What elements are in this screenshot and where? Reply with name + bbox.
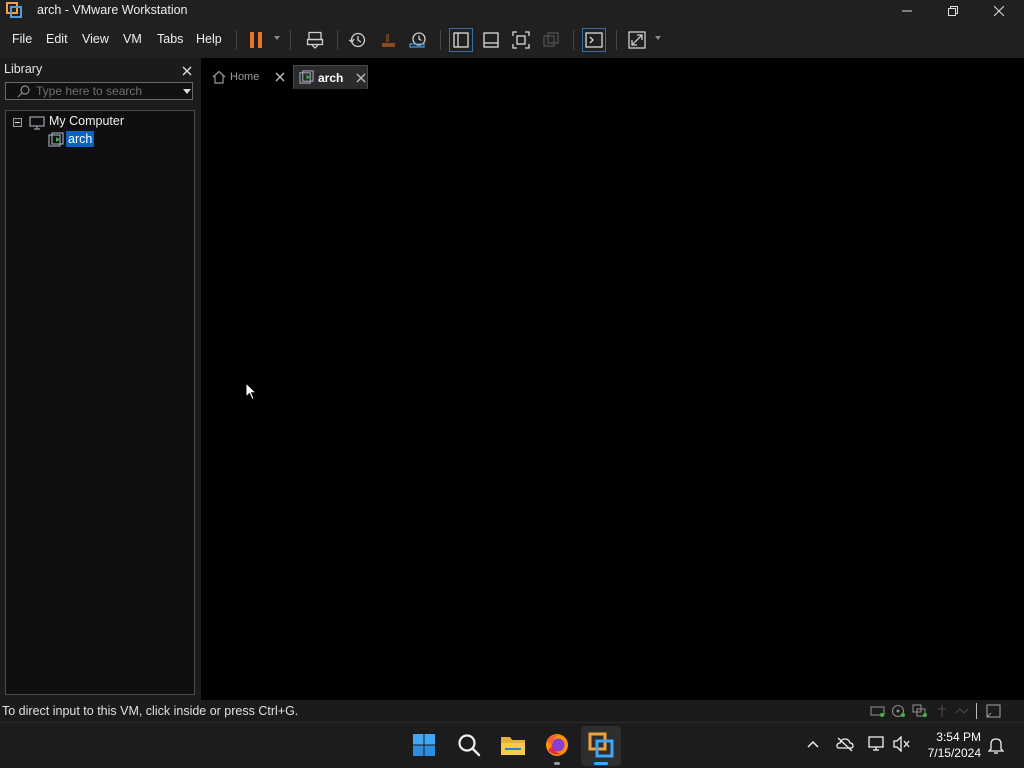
windows-start-icon[interactable]: [412, 733, 436, 762]
vm-icon: [48, 132, 64, 153]
library-tree: My Computer arch: [5, 110, 195, 695]
show-library-icon: [453, 32, 469, 48]
clock-date[interactable]: 7/15/2024: [922, 746, 981, 760]
menu-help[interactable]: Help: [196, 32, 222, 46]
tab-home-close-button[interactable]: [275, 72, 285, 82]
tree-root-label[interactable]: My Computer: [49, 114, 124, 128]
menu-view[interactable]: View: [82, 32, 109, 46]
status-separator: [976, 703, 977, 719]
volume-muted-icon[interactable]: [893, 735, 911, 757]
unity-icon: [543, 32, 559, 47]
pause-button[interactable]: [244, 28, 268, 52]
close-window-button[interactable]: [976, 0, 1022, 22]
snapshot-manager-icon: [409, 32, 426, 48]
tree-item-arch[interactable]: arch: [66, 131, 95, 147]
search-icon: [17, 84, 31, 103]
toolbar-separator: [236, 30, 237, 50]
toolbar-separator: [573, 30, 574, 50]
window-title: arch - VMware Workstation: [37, 3, 188, 17]
message-log-icon[interactable]: [986, 704, 1002, 723]
mouse-pointer-icon: [245, 381, 258, 406]
menu-file[interactable]: File: [12, 32, 32, 46]
library-panel: Library My Computer arch: [0, 58, 200, 700]
library-close-button[interactable]: [180, 61, 192, 79]
menu-vm[interactable]: VM: [123, 32, 142, 46]
thumbnail-bar-button[interactable]: [479, 28, 503, 52]
tab-home-label: Home: [230, 71, 260, 83]
tab-arch-label: arch: [318, 70, 344, 85]
vmware-app-icon: [6, 2, 22, 18]
windows-taskbar: 3:54 PM 7/15/2024: [0, 722, 1024, 768]
close-icon: [994, 6, 1004, 16]
take-snapshot-button[interactable]: [345, 28, 369, 52]
toolbar-separator: [616, 30, 617, 50]
thumbnail-bar-icon: [483, 32, 499, 48]
vmware-active-indicator: [594, 762, 608, 765]
status-bar: To direct input to this VM, click inside…: [0, 700, 1024, 722]
send-ctrl-alt-del-icon: [306, 31, 324, 49]
stretch-guest-button[interactable]: [625, 28, 649, 52]
title-bar: arch - VMware Workstation: [0, 0, 1024, 22]
notification-bell-icon[interactable]: [987, 736, 1005, 759]
library-search-box: [5, 82, 193, 100]
vm-console[interactable]: [201, 58, 1024, 700]
toolbar-separator: [337, 30, 338, 50]
unity-button[interactable]: [539, 28, 563, 52]
pause-icon: [250, 32, 262, 48]
search-dropdown-arrow[interactable]: [183, 89, 191, 94]
chevron-up-icon[interactable]: [806, 738, 820, 757]
menu-tabs[interactable]: Tabs: [157, 32, 183, 46]
restore-icon: [948, 6, 958, 16]
cd-dvd-icon[interactable]: [891, 704, 907, 723]
hard-disk-icon[interactable]: [870, 704, 886, 723]
status-message: To direct input to this VM, click inside…: [2, 704, 299, 718]
snapshot-icon: [348, 32, 366, 48]
onedrive-offline-icon[interactable]: [836, 736, 854, 757]
tab-bar: Home arch: [201, 58, 1024, 92]
minimize-icon: [902, 10, 912, 12]
close-icon: [182, 66, 192, 76]
computer-icon: [29, 116, 45, 135]
sound-icon[interactable]: [955, 704, 969, 723]
menu-edit[interactable]: Edit: [46, 32, 68, 46]
full-screen-button[interactable]: [509, 28, 533, 52]
library-search-input[interactable]: [36, 84, 176, 98]
firefox-running-indicator: [554, 762, 560, 765]
toolbar-separator: [440, 30, 441, 50]
close-icon: [275, 72, 285, 82]
vmware-taskbar-button[interactable]: [581, 726, 621, 766]
firefox-icon[interactable]: [544, 732, 570, 763]
revert-snapshot-button[interactable]: [376, 28, 400, 52]
snapshot-manager-button[interactable]: [406, 28, 430, 52]
clock-time[interactable]: 3:54 PM: [936, 730, 981, 744]
stretch-guest-icon: [628, 31, 646, 49]
console-view-icon: [585, 32, 603, 48]
full-screen-icon: [512, 31, 530, 49]
console-view-button[interactable]: [582, 28, 606, 52]
power-dropdown-arrow[interactable]: [274, 36, 280, 40]
menu-toolbar: File Edit View VM Tabs Help: [0, 22, 1024, 58]
close-icon: [356, 73, 366, 82]
network-adapter-icon[interactable]: [912, 704, 928, 723]
tree-collapse-toggle[interactable]: [13, 118, 22, 127]
toolbar-separator: [290, 30, 291, 50]
tab-home[interactable]: Home: [206, 65, 290, 89]
tab-arch[interactable]: arch: [293, 65, 368, 89]
home-icon: [212, 70, 226, 84]
usb-icon[interactable]: [935, 704, 949, 723]
stretch-dropdown-arrow[interactable]: [655, 36, 661, 40]
search-icon[interactable]: [457, 733, 481, 762]
minimize-button[interactable]: [884, 0, 930, 22]
vm-icon: [299, 70, 314, 85]
library-title: Library: [4, 62, 43, 76]
show-library-button[interactable]: [449, 28, 473, 52]
restore-button[interactable]: [930, 0, 976, 22]
send-ctrl-alt-del-button[interactable]: [303, 28, 327, 52]
file-explorer-icon[interactable]: [500, 733, 526, 762]
network-icon[interactable]: [868, 736, 886, 757]
tab-arch-close-button[interactable]: [356, 73, 366, 83]
revert-snapshot-icon: [382, 34, 395, 47]
vmware-icon: [588, 732, 614, 763]
